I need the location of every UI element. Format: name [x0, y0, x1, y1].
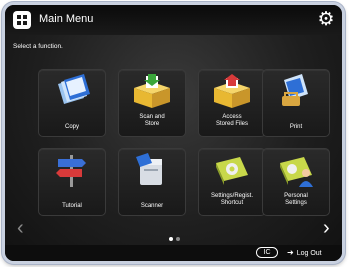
scanner-button[interactable]: Scanner — [118, 148, 186, 216]
page-dot-active — [169, 237, 173, 241]
tile-label: Personal Settings — [284, 193, 308, 206]
tutorial-button[interactable]: Tutorial — [38, 148, 106, 216]
instruction-text: Select a function. — [13, 43, 63, 50]
next-page-arrow[interactable]: › — [323, 218, 330, 238]
touch-screen: Main Menu ⚙ Select a function. Copy Scan… — [5, 5, 342, 261]
gear-icon[interactable]: ⚙ — [316, 10, 336, 30]
copy-icon — [58, 74, 90, 104]
personal-settings-icon — [280, 157, 313, 187]
title-bar: Main Menu ⚙ — [5, 5, 342, 35]
page-dot — [176, 237, 180, 241]
previous-page-arrow[interactable]: ‹ — [17, 218, 24, 238]
nfc-label: IC — [263, 249, 271, 256]
access-stored-files-icon — [214, 74, 250, 108]
tile-label: Scan and Store — [139, 114, 165, 127]
scanner-icon — [136, 153, 162, 185]
scan-and-store-icon — [134, 74, 170, 108]
tile-label: Settings/Regist. Shortcut — [210, 193, 254, 206]
nfc-card-icon: IC — [256, 247, 278, 258]
access-stored-files-button[interactable]: Access Stored Files — [198, 69, 266, 137]
settings-icon — [216, 157, 248, 185]
tutorial-icon — [56, 155, 86, 187]
bottom-bar: IC ➜ Log Out — [5, 245, 342, 261]
tile-label: Access Stored Files — [215, 114, 248, 127]
page-indicator — [167, 236, 183, 242]
print-button[interactable]: Print — [262, 69, 330, 137]
page-title: Main Menu — [39, 13, 94, 25]
tile-label: Scanner — [140, 203, 164, 209]
tile-label: Copy — [64, 124, 79, 130]
personal-settings-button[interactable]: Personal Settings — [262, 148, 330, 216]
logout-label: Log Out — [296, 250, 322, 257]
scan-and-store-button[interactable]: Scan and Store — [118, 69, 186, 137]
logout-icon: ➜ — [287, 248, 294, 257]
logout-button[interactable]: ➜ Log Out — [287, 247, 322, 259]
home-icon[interactable] — [13, 11, 31, 29]
tile-label: Print — [289, 124, 303, 130]
copy-button[interactable]: Copy — [38, 69, 106, 137]
settings-registration-shortcut-button[interactable]: Settings/Regist. Shortcut — [198, 148, 266, 216]
tile-label: Tutorial — [62, 203, 82, 209]
print-icon — [282, 74, 308, 106]
